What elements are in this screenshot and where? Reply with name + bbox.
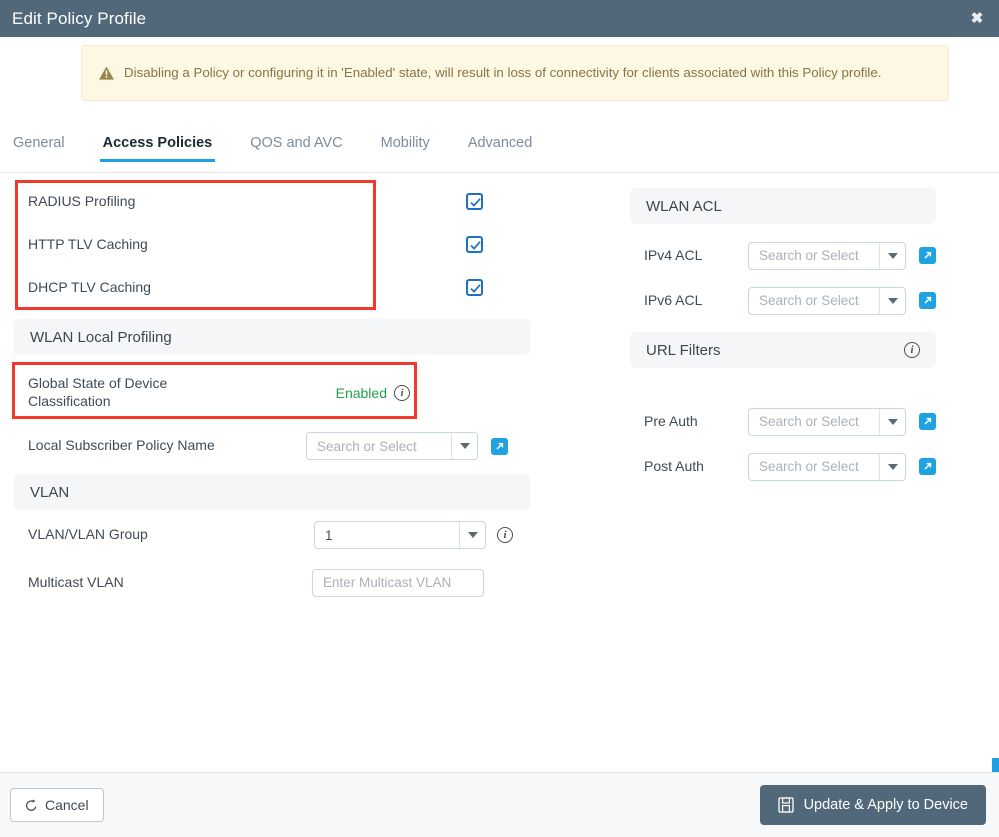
chevron-down-icon[interactable]	[879, 408, 905, 435]
row-ipv6-acl: IPv6 ACL Search or Select	[630, 278, 936, 323]
ipv4-acl-label: IPv4 ACL	[644, 246, 703, 263]
edit-policy-profile-dialog: Edit Policy Profile ✖ Disabling a Policy…	[0, 0, 999, 837]
section-url-filters-label: URL Filters	[646, 341, 721, 359]
post-auth-external-link-icon[interactable]	[919, 458, 936, 475]
url-filters-info-circle-icon[interactable]: i	[904, 342, 920, 358]
global-state-label-line1: Global State of Device	[28, 375, 168, 391]
radius-profiling-label: RADIUS Profiling	[28, 192, 136, 209]
vlan-group-select[interactable]: 1	[314, 521, 486, 549]
multicast-vlan-placeholder: Enter Multicast VLAN	[323, 575, 452, 590]
diagonal-arrow-icon	[924, 417, 932, 425]
ipv4-acl-external-link-icon[interactable]	[919, 247, 936, 264]
section-wlan-local-profiling: WLAN Local Profiling	[14, 319, 530, 355]
row-pre-auth: Pre Auth Search or Select	[630, 399, 936, 444]
dialog-footer: Cancel Update & Apply to Device	[0, 772, 999, 837]
chevron-down-icon[interactable]	[879, 242, 905, 269]
section-wlan-acl: WLAN ACL	[630, 188, 936, 224]
vlan-group-value: 1	[325, 527, 333, 543]
local-subscriber-policy-external-link-icon[interactable]	[491, 437, 508, 455]
save-floppy-icon	[777, 797, 794, 813]
global-state-value: Enabled	[335, 384, 387, 401]
tab-bar: General Access Policies QOS and AVC Mobi…	[0, 132, 999, 173]
local-subscriber-policy-name-label: Local Subscriber Policy Name	[28, 437, 215, 454]
tab-qos-and-avc[interactable]: QOS and AVC	[250, 132, 342, 162]
chevron-down-icon[interactable]	[459, 522, 485, 548]
update-and-apply-button-label: Update & Apply to Device	[803, 797, 968, 813]
check-icon	[470, 198, 481, 207]
row-http-tlv-caching: HTTP TLV Caching	[14, 223, 530, 266]
check-icon	[470, 241, 481, 250]
access-policies-right-column: WLAN ACL IPv4 ACL Search or Select IPv6 …	[630, 188, 936, 489]
row-local-subscriber-policy-name: Local Subscriber Policy Name Search or S…	[14, 424, 530, 468]
tab-access-policies[interactable]: Access Policies	[99, 132, 215, 162]
http-tlv-caching-label: HTTP TLV Caching	[28, 235, 148, 252]
multicast-vlan-label: Multicast VLAN	[28, 573, 124, 590]
chevron-down-icon[interactable]	[451, 433, 477, 459]
check-icon	[470, 284, 481, 293]
row-post-auth: Post Auth Search or Select	[630, 444, 936, 489]
warning-banner: Disabling a Policy or configuring it in …	[81, 45, 949, 101]
section-wlan-acl-label: WLAN ACL	[646, 197, 722, 215]
diagonal-arrow-icon	[924, 462, 932, 470]
tab-general[interactable]: General	[13, 132, 65, 162]
row-multicast-vlan: Multicast VLAN Enter Multicast VLAN	[14, 560, 530, 605]
pre-auth-external-link-icon[interactable]	[919, 413, 936, 430]
dialog-title: Edit Policy Profile	[12, 8, 147, 28]
row-global-state-device-classification: Global State of Device Classification En…	[14, 364, 530, 421]
section-vlan: VLAN	[14, 474, 530, 510]
tab-advanced[interactable]: Advanced	[468, 132, 533, 162]
dhcp-tlv-caching-label: DHCP TLV Caching	[28, 278, 151, 295]
section-vlan-label: VLAN	[30, 483, 70, 501]
multicast-vlan-input[interactable]: Enter Multicast VLAN	[312, 568, 484, 597]
global-state-label-line2: Classification	[28, 392, 111, 409]
local-subscriber-policy-name-select[interactable]: Search or Select	[306, 432, 478, 460]
diagonal-arrow-icon	[924, 251, 932, 259]
cancel-button-label: Cancel	[45, 797, 89, 813]
pre-auth-placeholder: Search or Select	[759, 414, 859, 429]
section-url-filters: URL Filters i	[630, 332, 936, 368]
ipv4-acl-placeholder: Search or Select	[759, 248, 859, 263]
access-policies-left-column: RADIUS Profiling HTTP TLV Caching DHCP T…	[14, 180, 530, 605]
local-subscriber-policy-name-placeholder: Search or Select	[317, 438, 417, 454]
post-auth-select[interactable]: Search or Select	[748, 452, 906, 481]
row-vlan-group: VLAN/VLAN Group 1 i	[14, 510, 530, 560]
ipv6-acl-label: IPv6 ACL	[644, 291, 703, 308]
chevron-down-icon[interactable]	[879, 287, 905, 314]
info-circle-icon[interactable]: i	[394, 384, 410, 401]
update-and-apply-button[interactable]: Update & Apply to Device	[759, 785, 986, 825]
ipv6-acl-select[interactable]: Search or Select	[748, 286, 906, 315]
diagonal-arrow-icon	[924, 296, 932, 304]
dhcp-tlv-caching-checkbox[interactable]	[466, 279, 483, 296]
vlan-group-label: VLAN/VLAN Group	[28, 526, 148, 543]
vertical-scrollbar-track[interactable]	[992, 173, 999, 837]
global-state-label: Global State of Device Classification	[28, 375, 167, 410]
ipv4-acl-select[interactable]: Search or Select	[748, 241, 906, 270]
row-radius-profiling: RADIUS Profiling	[14, 180, 530, 223]
warning-triangle-icon	[99, 66, 114, 80]
undo-arrow-icon	[25, 798, 37, 811]
section-wlan-local-profiling-label: WLAN Local Profiling	[30, 328, 172, 346]
diagonal-arrow-icon	[496, 442, 504, 450]
post-auth-placeholder: Search or Select	[759, 459, 859, 474]
close-icon[interactable]: ✖	[967, 9, 987, 29]
cancel-button[interactable]: Cancel	[10, 788, 104, 822]
http-tlv-caching-checkbox[interactable]	[466, 236, 483, 253]
ipv6-acl-placeholder: Search or Select	[759, 293, 859, 308]
post-auth-label: Post Auth	[644, 457, 704, 474]
chevron-down-icon[interactable]	[879, 453, 905, 480]
row-dhcp-tlv-caching: DHCP TLV Caching	[14, 266, 530, 309]
pre-auth-select[interactable]: Search or Select	[748, 407, 906, 436]
row-ipv4-acl: IPv4 ACL Search or Select	[630, 233, 936, 278]
pre-auth-label: Pre Auth	[644, 412, 698, 429]
ipv6-acl-external-link-icon[interactable]	[919, 292, 936, 309]
tab-mobility[interactable]: Mobility	[381, 132, 430, 162]
vlan-group-info-circle-icon[interactable]: i	[497, 527, 513, 543]
warning-banner-text: Disabling a Policy or configuring it in …	[124, 65, 882, 81]
dialog-titlebar: Edit Policy Profile ✖	[0, 0, 999, 37]
radius-profiling-checkbox[interactable]	[466, 193, 483, 210]
